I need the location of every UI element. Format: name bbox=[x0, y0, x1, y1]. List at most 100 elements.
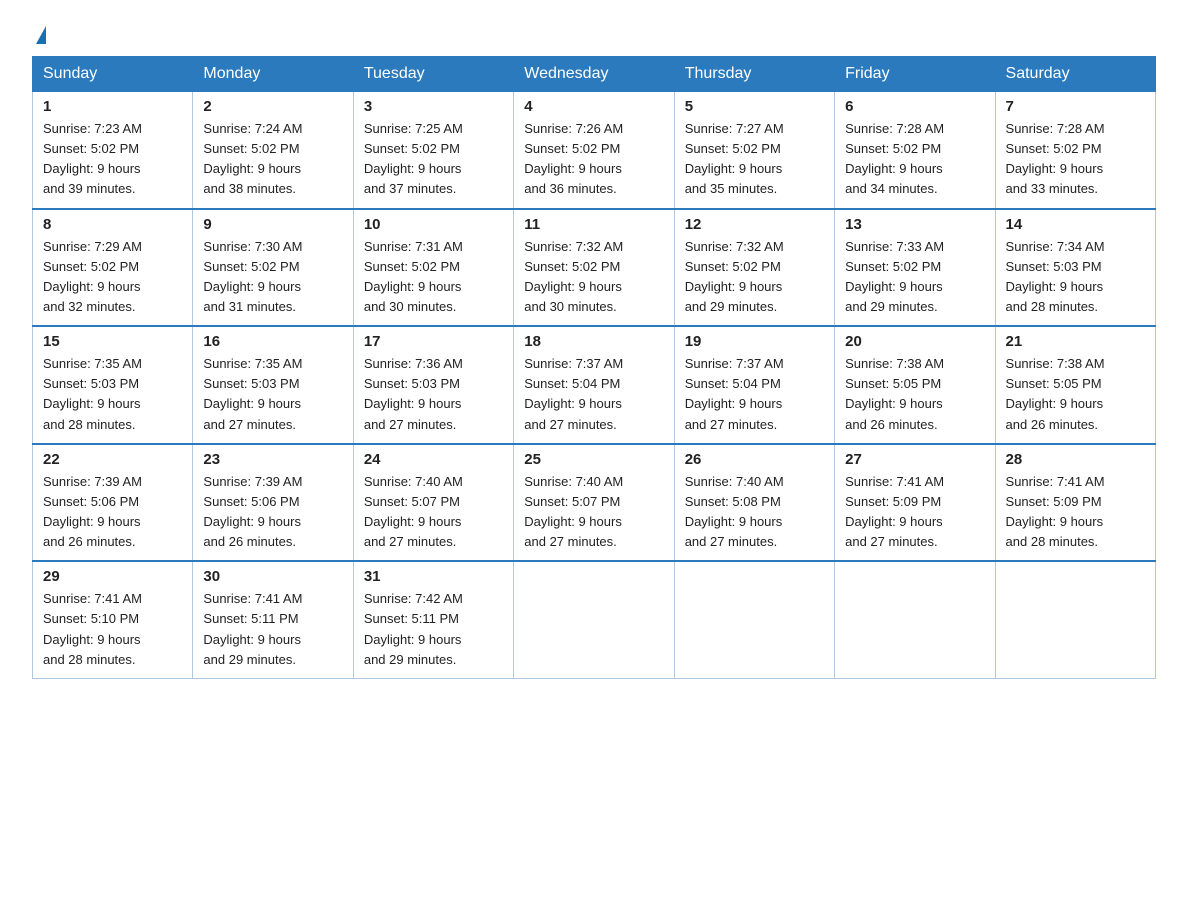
day-info: Sunrise: 7:30 AMSunset: 5:02 PMDaylight:… bbox=[203, 237, 342, 318]
day-info: Sunrise: 7:41 AMSunset: 5:09 PMDaylight:… bbox=[1006, 472, 1145, 553]
header-cell-wednesday: Wednesday bbox=[514, 57, 674, 92]
day-info: Sunrise: 7:37 AMSunset: 5:04 PMDaylight:… bbox=[524, 354, 663, 435]
header-cell-monday: Monday bbox=[193, 57, 353, 92]
day-number: 24 bbox=[364, 451, 503, 468]
day-info: Sunrise: 7:40 AMSunset: 5:07 PMDaylight:… bbox=[524, 472, 663, 553]
week-row-4: 22 Sunrise: 7:39 AMSunset: 5:06 PMDaylig… bbox=[33, 444, 1156, 562]
day-number: 5 bbox=[685, 98, 824, 115]
day-info: Sunrise: 7:27 AMSunset: 5:02 PMDaylight:… bbox=[685, 119, 824, 200]
logo bbox=[32, 24, 46, 38]
day-cell: 12 Sunrise: 7:32 AMSunset: 5:02 PMDaylig… bbox=[674, 209, 834, 327]
day-number: 15 bbox=[43, 333, 182, 350]
day-cell: 11 Sunrise: 7:32 AMSunset: 5:02 PMDaylig… bbox=[514, 209, 674, 327]
day-cell bbox=[995, 561, 1155, 678]
header-row: SundayMondayTuesdayWednesdayThursdayFrid… bbox=[33, 57, 1156, 92]
day-number: 7 bbox=[1006, 98, 1145, 115]
day-number: 13 bbox=[845, 216, 984, 233]
day-cell: 20 Sunrise: 7:38 AMSunset: 5:05 PMDaylig… bbox=[835, 326, 995, 444]
day-info: Sunrise: 7:23 AMSunset: 5:02 PMDaylight:… bbox=[43, 119, 182, 200]
day-cell: 4 Sunrise: 7:26 AMSunset: 5:02 PMDayligh… bbox=[514, 92, 674, 209]
day-number: 10 bbox=[364, 216, 503, 233]
day-info: Sunrise: 7:28 AMSunset: 5:02 PMDaylight:… bbox=[1006, 119, 1145, 200]
day-cell: 22 Sunrise: 7:39 AMSunset: 5:06 PMDaylig… bbox=[33, 444, 193, 562]
day-info: Sunrise: 7:25 AMSunset: 5:02 PMDaylight:… bbox=[364, 119, 503, 200]
day-number: 17 bbox=[364, 333, 503, 350]
day-number: 19 bbox=[685, 333, 824, 350]
day-cell: 14 Sunrise: 7:34 AMSunset: 5:03 PMDaylig… bbox=[995, 209, 1155, 327]
day-number: 11 bbox=[524, 216, 663, 233]
day-number: 3 bbox=[364, 98, 503, 115]
day-cell: 10 Sunrise: 7:31 AMSunset: 5:02 PMDaylig… bbox=[353, 209, 513, 327]
day-info: Sunrise: 7:33 AMSunset: 5:02 PMDaylight:… bbox=[845, 237, 984, 318]
day-cell: 26 Sunrise: 7:40 AMSunset: 5:08 PMDaylig… bbox=[674, 444, 834, 562]
logo-text bbox=[32, 24, 46, 42]
day-cell: 18 Sunrise: 7:37 AMSunset: 5:04 PMDaylig… bbox=[514, 326, 674, 444]
day-cell bbox=[674, 561, 834, 678]
day-number: 8 bbox=[43, 216, 182, 233]
day-cell: 27 Sunrise: 7:41 AMSunset: 5:09 PMDaylig… bbox=[835, 444, 995, 562]
day-number: 31 bbox=[364, 568, 503, 585]
day-number: 28 bbox=[1006, 451, 1145, 468]
day-number: 21 bbox=[1006, 333, 1145, 350]
day-cell: 29 Sunrise: 7:41 AMSunset: 5:10 PMDaylig… bbox=[33, 561, 193, 678]
day-number: 20 bbox=[845, 333, 984, 350]
day-info: Sunrise: 7:24 AMSunset: 5:02 PMDaylight:… bbox=[203, 119, 342, 200]
day-number: 27 bbox=[845, 451, 984, 468]
day-cell: 2 Sunrise: 7:24 AMSunset: 5:02 PMDayligh… bbox=[193, 92, 353, 209]
day-number: 12 bbox=[685, 216, 824, 233]
day-number: 18 bbox=[524, 333, 663, 350]
day-cell: 19 Sunrise: 7:37 AMSunset: 5:04 PMDaylig… bbox=[674, 326, 834, 444]
day-info: Sunrise: 7:40 AMSunset: 5:08 PMDaylight:… bbox=[685, 472, 824, 553]
day-cell bbox=[835, 561, 995, 678]
day-cell: 17 Sunrise: 7:36 AMSunset: 5:03 PMDaylig… bbox=[353, 326, 513, 444]
day-number: 22 bbox=[43, 451, 182, 468]
day-cell: 6 Sunrise: 7:28 AMSunset: 5:02 PMDayligh… bbox=[835, 92, 995, 209]
day-info: Sunrise: 7:28 AMSunset: 5:02 PMDaylight:… bbox=[845, 119, 984, 200]
day-cell: 30 Sunrise: 7:41 AMSunset: 5:11 PMDaylig… bbox=[193, 561, 353, 678]
day-number: 4 bbox=[524, 98, 663, 115]
day-number: 26 bbox=[685, 451, 824, 468]
day-number: 29 bbox=[43, 568, 182, 585]
day-cell: 9 Sunrise: 7:30 AMSunset: 5:02 PMDayligh… bbox=[193, 209, 353, 327]
day-info: Sunrise: 7:39 AMSunset: 5:06 PMDaylight:… bbox=[43, 472, 182, 553]
day-info: Sunrise: 7:26 AMSunset: 5:02 PMDaylight:… bbox=[524, 119, 663, 200]
day-cell: 15 Sunrise: 7:35 AMSunset: 5:03 PMDaylig… bbox=[33, 326, 193, 444]
day-number: 2 bbox=[203, 98, 342, 115]
day-info: Sunrise: 7:38 AMSunset: 5:05 PMDaylight:… bbox=[845, 354, 984, 435]
header-cell-sunday: Sunday bbox=[33, 57, 193, 92]
day-cell bbox=[514, 561, 674, 678]
day-cell: 16 Sunrise: 7:35 AMSunset: 5:03 PMDaylig… bbox=[193, 326, 353, 444]
day-info: Sunrise: 7:35 AMSunset: 5:03 PMDaylight:… bbox=[43, 354, 182, 435]
day-cell: 5 Sunrise: 7:27 AMSunset: 5:02 PMDayligh… bbox=[674, 92, 834, 209]
day-cell: 23 Sunrise: 7:39 AMSunset: 5:06 PMDaylig… bbox=[193, 444, 353, 562]
day-cell: 28 Sunrise: 7:41 AMSunset: 5:09 PMDaylig… bbox=[995, 444, 1155, 562]
day-number: 6 bbox=[845, 98, 984, 115]
day-number: 23 bbox=[203, 451, 342, 468]
day-cell: 25 Sunrise: 7:40 AMSunset: 5:07 PMDaylig… bbox=[514, 444, 674, 562]
day-cell: 1 Sunrise: 7:23 AMSunset: 5:02 PMDayligh… bbox=[33, 92, 193, 209]
day-cell: 31 Sunrise: 7:42 AMSunset: 5:11 PMDaylig… bbox=[353, 561, 513, 678]
day-info: Sunrise: 7:31 AMSunset: 5:02 PMDaylight:… bbox=[364, 237, 503, 318]
day-cell: 13 Sunrise: 7:33 AMSunset: 5:02 PMDaylig… bbox=[835, 209, 995, 327]
day-number: 9 bbox=[203, 216, 342, 233]
day-info: Sunrise: 7:40 AMSunset: 5:07 PMDaylight:… bbox=[364, 472, 503, 553]
header-cell-tuesday: Tuesday bbox=[353, 57, 513, 92]
day-number: 1 bbox=[43, 98, 182, 115]
day-info: Sunrise: 7:37 AMSunset: 5:04 PMDaylight:… bbox=[685, 354, 824, 435]
day-cell: 8 Sunrise: 7:29 AMSunset: 5:02 PMDayligh… bbox=[33, 209, 193, 327]
header bbox=[32, 24, 1156, 38]
day-number: 30 bbox=[203, 568, 342, 585]
day-info: Sunrise: 7:32 AMSunset: 5:02 PMDaylight:… bbox=[524, 237, 663, 318]
day-cell: 24 Sunrise: 7:40 AMSunset: 5:07 PMDaylig… bbox=[353, 444, 513, 562]
day-info: Sunrise: 7:42 AMSunset: 5:11 PMDaylight:… bbox=[364, 589, 503, 670]
day-info: Sunrise: 7:41 AMSunset: 5:11 PMDaylight:… bbox=[203, 589, 342, 670]
week-row-3: 15 Sunrise: 7:35 AMSunset: 5:03 PMDaylig… bbox=[33, 326, 1156, 444]
day-info: Sunrise: 7:41 AMSunset: 5:10 PMDaylight:… bbox=[43, 589, 182, 670]
week-row-2: 8 Sunrise: 7:29 AMSunset: 5:02 PMDayligh… bbox=[33, 209, 1156, 327]
day-number: 14 bbox=[1006, 216, 1145, 233]
day-info: Sunrise: 7:34 AMSunset: 5:03 PMDaylight:… bbox=[1006, 237, 1145, 318]
day-number: 25 bbox=[524, 451, 663, 468]
day-info: Sunrise: 7:41 AMSunset: 5:09 PMDaylight:… bbox=[845, 472, 984, 553]
day-info: Sunrise: 7:35 AMSunset: 5:03 PMDaylight:… bbox=[203, 354, 342, 435]
day-cell: 7 Sunrise: 7:28 AMSunset: 5:02 PMDayligh… bbox=[995, 92, 1155, 209]
